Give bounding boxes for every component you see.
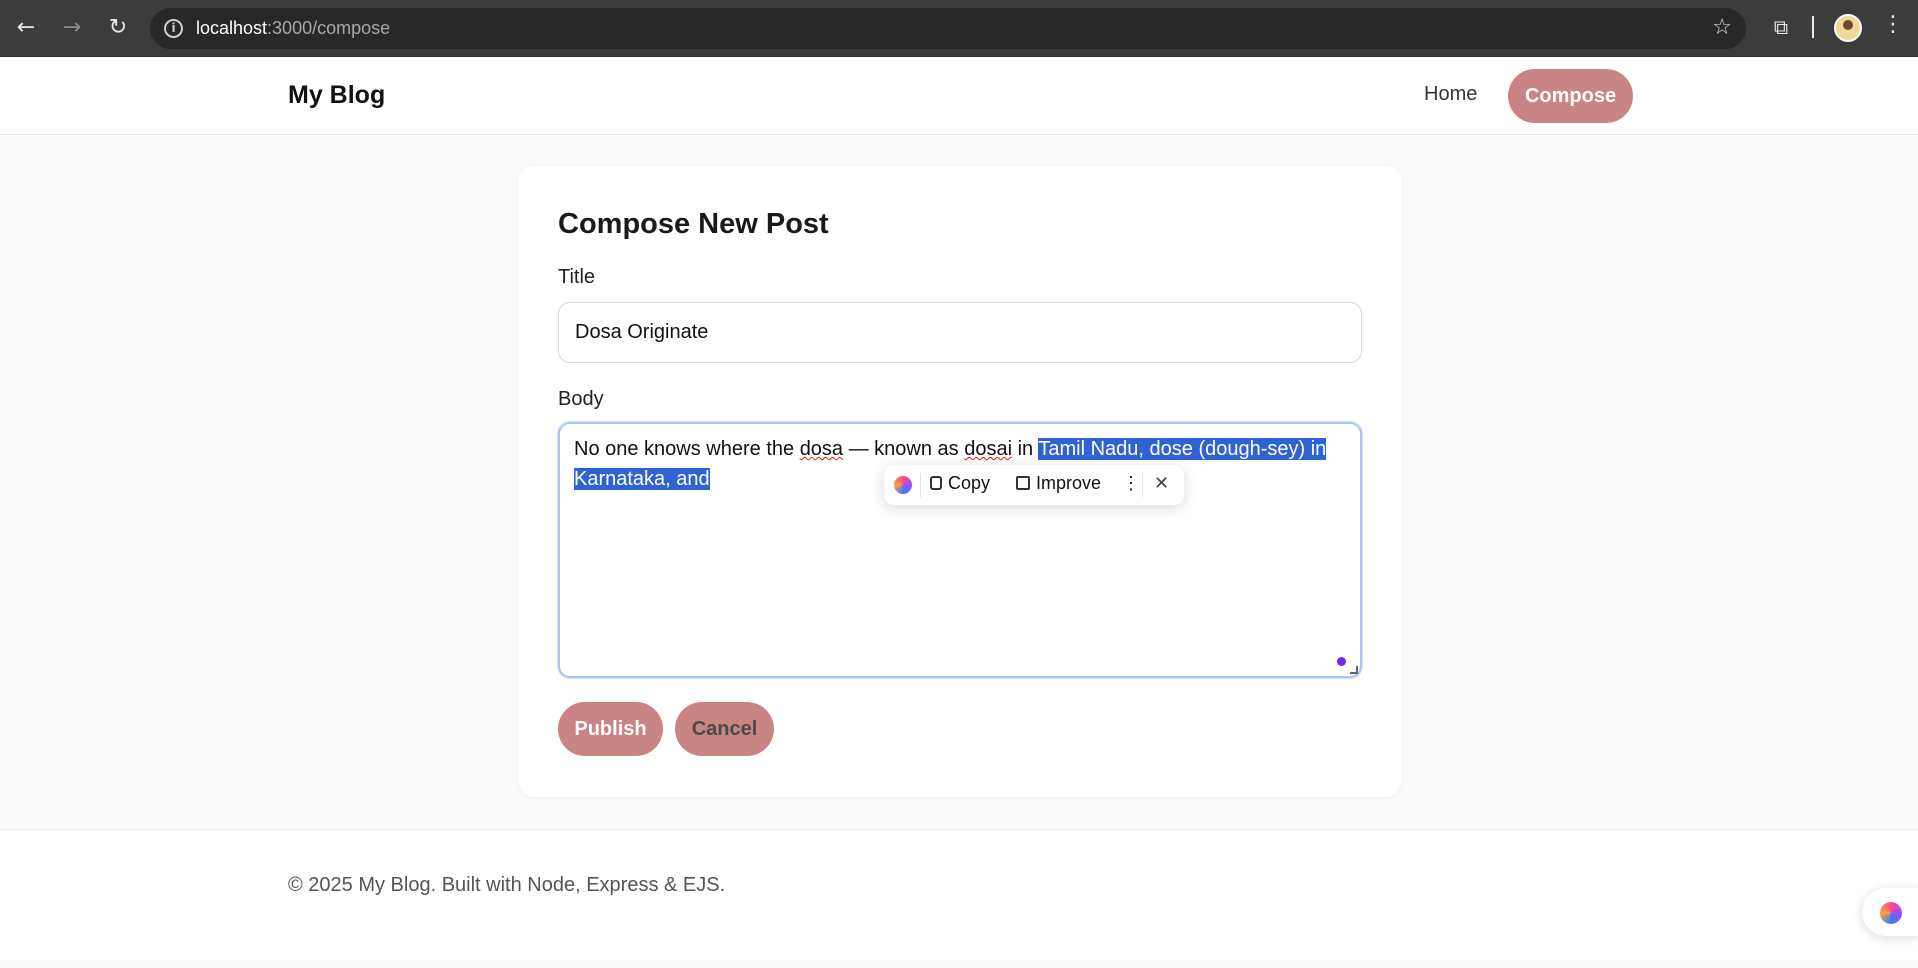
improve-button[interactable]: Improve bbox=[1016, 473, 1101, 494]
address-bar[interactable]: i localhost:3000/compose ☆ bbox=[150, 8, 1746, 49]
page-title: Compose New Post bbox=[558, 208, 829, 240]
body-text-segment: in bbox=[1012, 438, 1039, 460]
footer-text: © 2025 My Blog. Built with Node, Express… bbox=[288, 874, 726, 896]
reload-icon[interactable]: ↻ bbox=[102, 12, 134, 44]
more-options-icon[interactable]: ⋮ bbox=[1122, 473, 1140, 494]
brain-icon bbox=[1880, 902, 1902, 924]
brain-icon[interactable] bbox=[894, 476, 912, 494]
title-label: Title bbox=[558, 266, 596, 288]
profile-avatar[interactable] bbox=[1834, 14, 1862, 42]
url-text[interactable]: localhost:3000/compose bbox=[196, 18, 390, 39]
kebab-menu-icon[interactable]: ⋮ bbox=[1882, 12, 1904, 37]
publish-button[interactable]: Publish bbox=[558, 702, 663, 756]
url-path: :3000/compose bbox=[267, 18, 391, 38]
star-icon[interactable]: ☆ bbox=[1712, 15, 1732, 40]
nav-compose-button[interactable]: Compose bbox=[1508, 69, 1633, 123]
close-icon[interactable]: ✕ bbox=[1154, 473, 1169, 494]
site-footer: © 2025 My Blog. Built with Node, Express… bbox=[0, 829, 1918, 960]
site-header: My Blog Home Compose bbox=[0, 57, 1918, 135]
resize-handle-icon[interactable] bbox=[1350, 666, 1358, 674]
site-brand[interactable]: My Blog bbox=[288, 81, 385, 110]
selected-text: Tamil Nadu, dose (dough-sey) in bbox=[1038, 438, 1327, 460]
copy-label: Copy bbox=[948, 473, 991, 493]
toolbar-divider bbox=[920, 473, 921, 497]
copy-button[interactable]: Copy bbox=[930, 473, 990, 494]
cancel-button[interactable]: Cancel bbox=[675, 702, 774, 756]
browser-toolbar: ← → ↻ i localhost:3000/compose ☆ ⧉ ⋮ bbox=[0, 0, 1918, 57]
forward-arrow-icon[interactable]: → bbox=[56, 12, 88, 44]
back-arrow-icon[interactable]: ← bbox=[10, 12, 42, 44]
site-info-icon[interactable]: i bbox=[164, 19, 183, 38]
assistant-launcher-button[interactable] bbox=[1862, 888, 1918, 936]
misspelled-word: dosai bbox=[964, 438, 1013, 460]
body-text-segment: No one knows where the bbox=[574, 438, 800, 460]
copy-icon bbox=[930, 476, 942, 490]
selected-text: Karnataka, and bbox=[574, 468, 710, 490]
puzzle-icon[interactable]: ⧉ bbox=[1768, 14, 1794, 40]
ai-selection-toolbar: Copy Improve ⋮ ✕ bbox=[884, 465, 1184, 505]
toolbar-divider bbox=[1812, 16, 1814, 38]
misspelled-word: dosa bbox=[799, 438, 844, 460]
body-text-segment: — known as bbox=[843, 438, 965, 460]
url-host: localhost bbox=[196, 18, 268, 38]
nav-home-link[interactable]: Home bbox=[1424, 83, 1477, 106]
improve-icon bbox=[1016, 476, 1030, 490]
improve-label: Improve bbox=[1036, 473, 1102, 493]
body-label: Body bbox=[558, 388, 604, 410]
assistant-dot-icon[interactable] bbox=[1337, 657, 1346, 666]
title-input[interactable] bbox=[558, 302, 1362, 363]
toolbar-divider bbox=[1142, 473, 1143, 497]
body-textarea[interactable]: No one knows where the dosa — known as d… bbox=[558, 422, 1362, 678]
